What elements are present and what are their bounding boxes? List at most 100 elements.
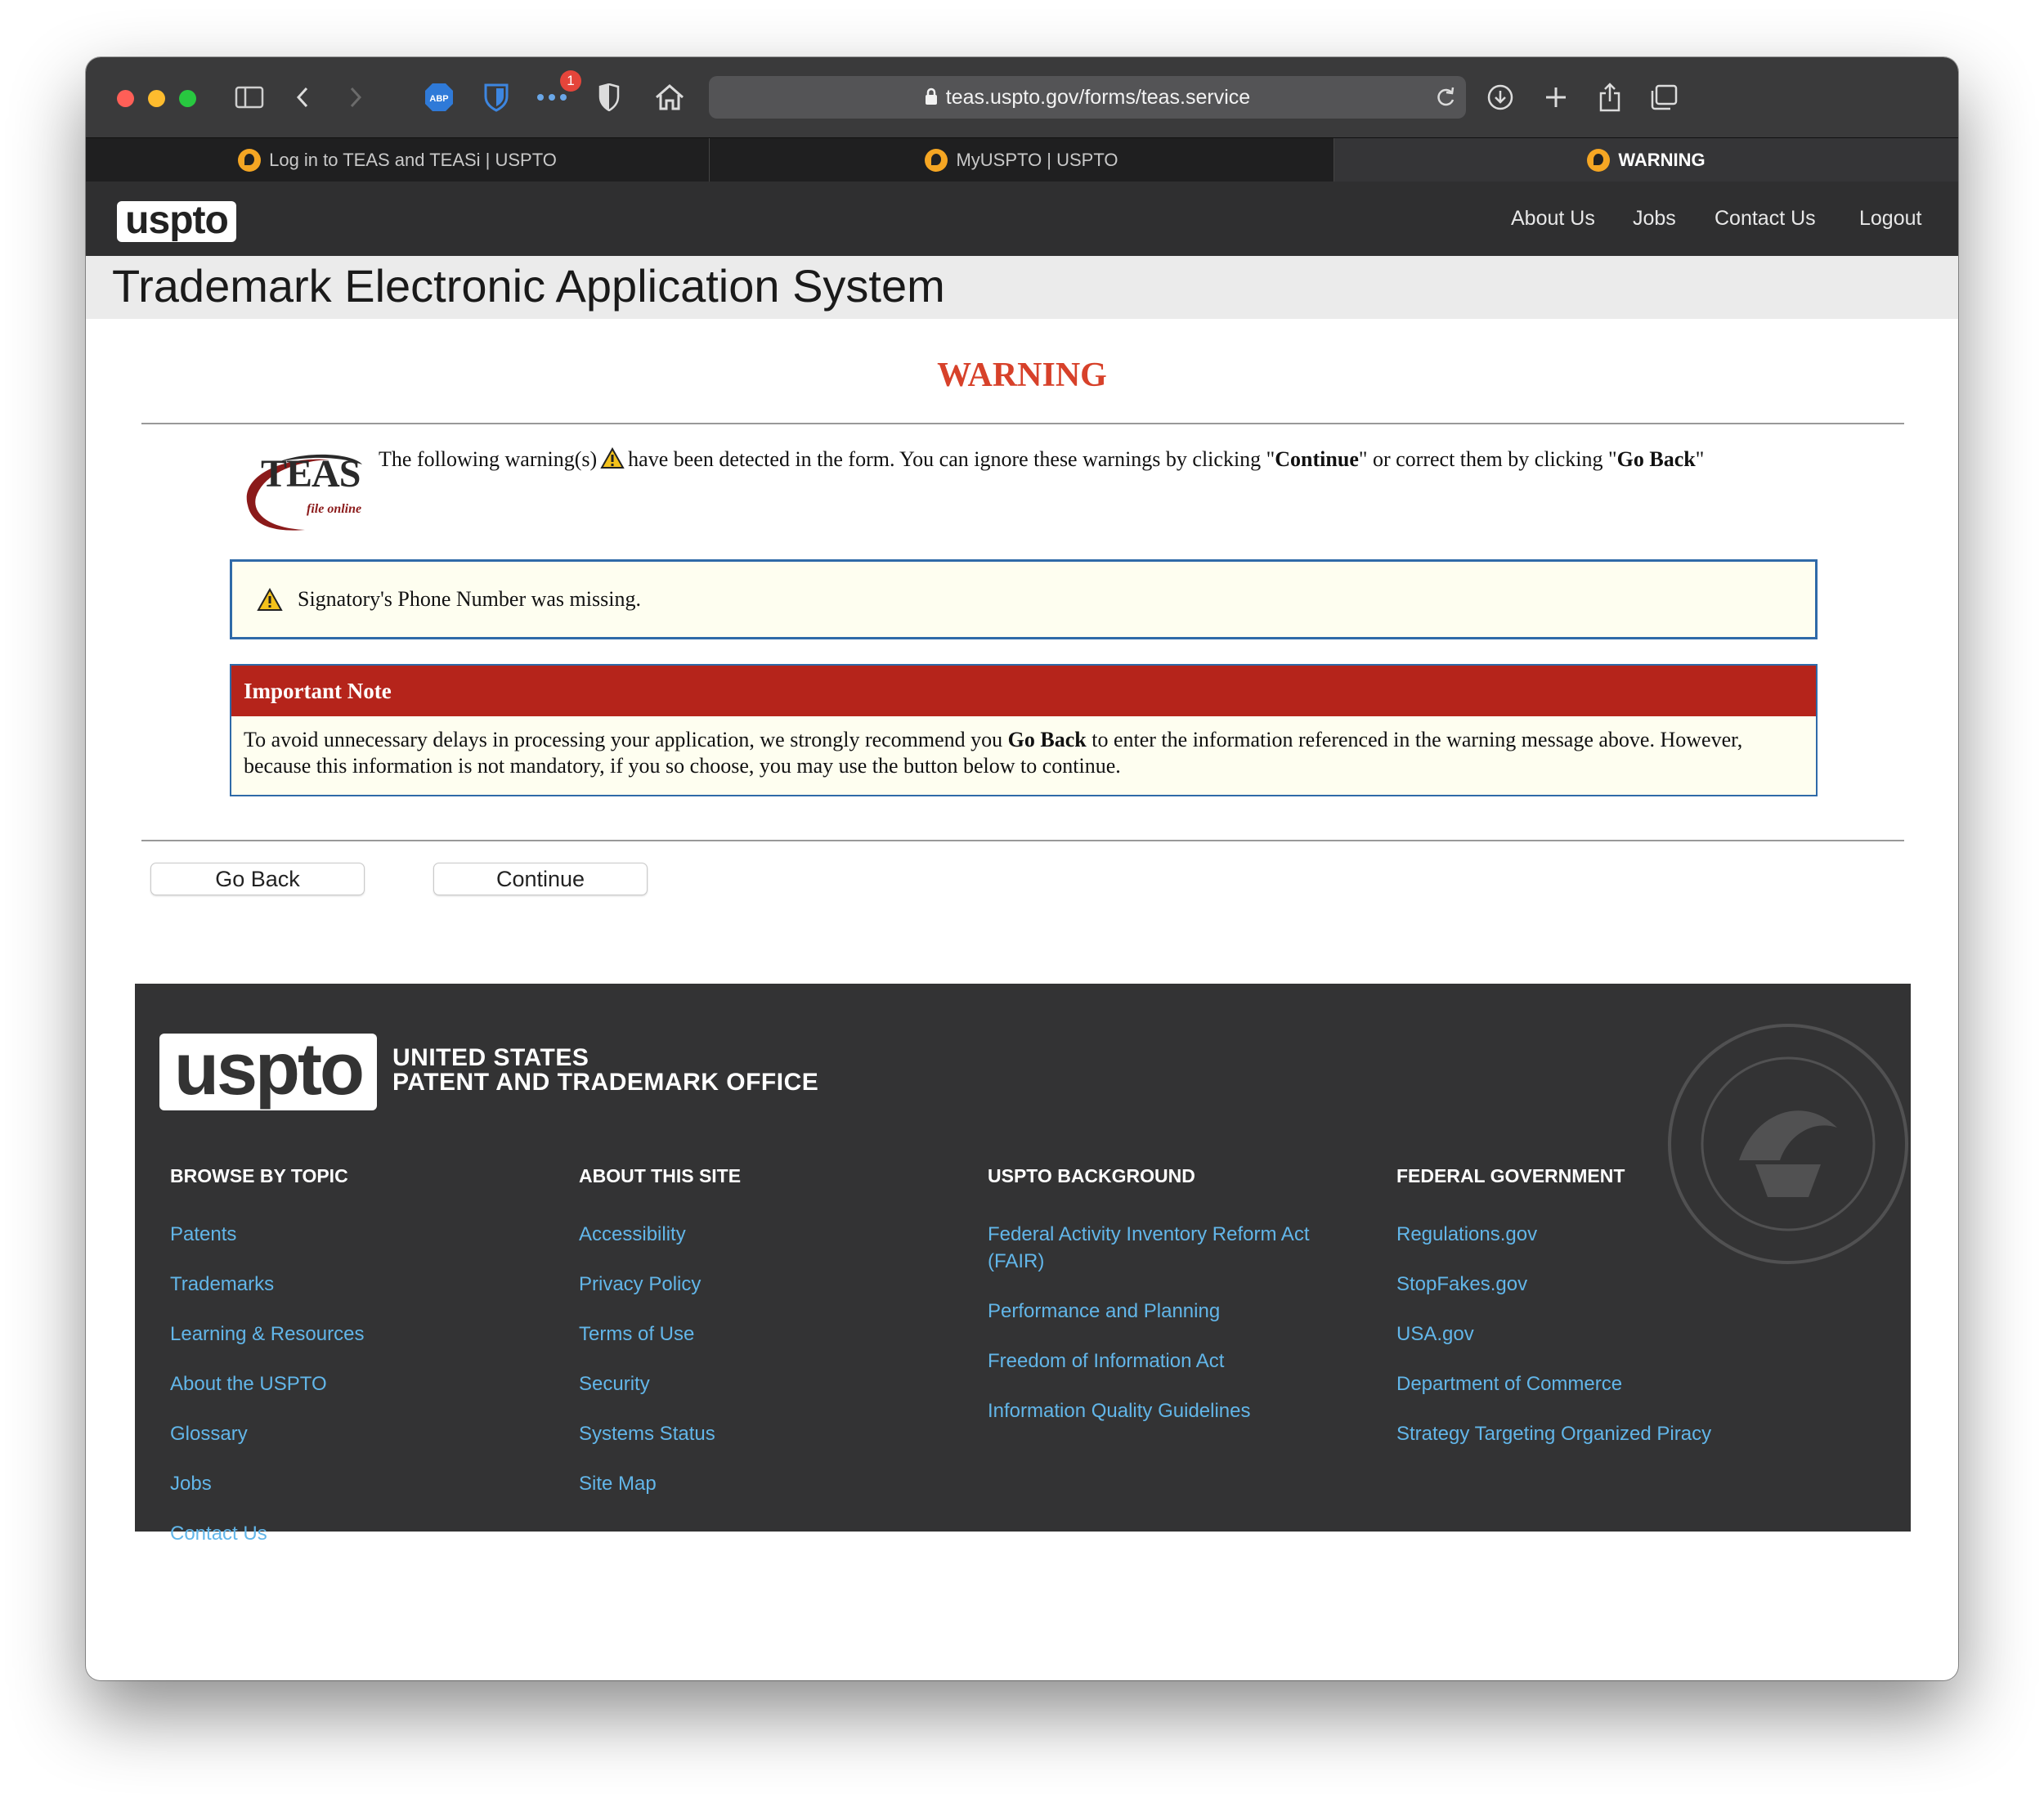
tab-label: WARNING (1618, 150, 1706, 170)
footer-column-title: ABOUT THIS SITE (579, 1165, 742, 1186)
footer-link-commerce[interactable]: Department of Commerce (1396, 1370, 1789, 1397)
important-note-body: To avoid unnecessary delays in processin… (231, 716, 1816, 779)
important-note-box: Important Note To avoid unnecessary dela… (230, 664, 1818, 796)
nav-jobs[interactable]: Jobs (1633, 182, 1676, 256)
footer-link-contact[interactable]: Contact Us (170, 1520, 530, 1547)
footer-link-accessibility[interactable]: Accessibility (579, 1221, 939, 1248)
warning-message-box: Signatory's Phone Number was missing. (230, 559, 1818, 639)
footer-column-federal: FEDERAL GOVERNMENT Regulations.gov StopF… (1396, 1165, 1789, 1447)
footer-link-regulations[interactable]: Regulations.gov (1396, 1221, 1789, 1248)
site-footer: uspto UNITED STATES PATENT AND TRADEMARK… (135, 984, 1911, 1545)
important-note-title: Important Note (231, 666, 1816, 716)
lock-icon (925, 78, 938, 120)
site-header: uspto About Us Jobs Contact Us Logout (86, 182, 1958, 256)
footer-column-title: USPTO BACKGROUND (988, 1165, 1195, 1186)
warning-heading: WARNING (937, 357, 1107, 394)
zoom-window-button[interactable] (179, 90, 196, 107)
warning-triangle-icon (600, 446, 625, 476)
agency-line-2: PATENT AND TRADEMARK OFFICE (392, 1069, 819, 1096)
teas-logo-subtext: file online (307, 502, 362, 516)
abp-label: ABP (429, 94, 448, 104)
minimize-window-button[interactable] (148, 90, 165, 107)
tab-warning[interactable]: WARNING (1334, 138, 1958, 182)
footer-link-privacy[interactable]: Privacy Policy (579, 1271, 939, 1298)
note-text-1: To avoid unnecessary delays in processin… (244, 728, 1003, 751)
note-go-back: Go Back (1007, 728, 1087, 751)
footer-uspto-logo[interactable]: uspto (159, 1033, 377, 1110)
footer-link-security[interactable]: Security (579, 1370, 939, 1397)
continue-button[interactable]: Continue (433, 863, 648, 895)
downloads-icon[interactable] (1482, 78, 1518, 116)
url-value: teas.uspto.gov/forms/teas.service (945, 86, 1251, 109)
uspto-logo[interactable]: uspto (117, 201, 236, 242)
intro-text-4: " (1695, 447, 1705, 471)
intro-continue: Continue (1275, 447, 1359, 471)
uspto-favicon-icon (238, 149, 262, 172)
address-bar[interactable]: teas.uspto.gov/forms/teas.service (709, 76, 1466, 119)
divider (141, 423, 1904, 424)
warning-triangle-icon (257, 587, 283, 616)
tab-teas-login[interactable]: Log in to TEAS and TEASi | USPTO (86, 138, 710, 182)
browser-toolbar: ABP 1 teas.uspto.gov/forms/teas.service (86, 57, 1958, 137)
sidebar-toggle-icon[interactable] (233, 78, 266, 116)
home-icon[interactable] (652, 78, 688, 116)
share-icon[interactable] (1592, 78, 1628, 116)
footer-column-background: USPTO BACKGROUND Federal Activity Invent… (988, 1165, 1339, 1424)
footer-column-browse: BROWSE BY TOPIC Patents Trademarks Learn… (170, 1165, 530, 1547)
intro-text-1: The following warning(s) (379, 447, 598, 471)
footer-link-performance[interactable]: Performance and Planning (988, 1298, 1339, 1325)
footer-link-stop[interactable]: Strategy Targeting Organized Piracy (1396, 1420, 1789, 1447)
agency-name: UNITED STATES PATENT AND TRADEMARK OFFIC… (392, 1046, 818, 1095)
nav-contact-us[interactable]: Contact Us (1715, 182, 1816, 256)
tab-myuspto[interactable]: MyUSPTO | USPTO (710, 138, 1334, 182)
divider (141, 840, 1904, 841)
adblock-extension-icon[interactable]: ABP (423, 78, 455, 116)
footer-link-usagov[interactable]: USA.gov (1396, 1321, 1789, 1348)
reload-icon[interactable] (1435, 86, 1456, 113)
footer-column-about-site: ABOUT THIS SITE Accessibility Privacy Po… (579, 1165, 939, 1497)
privacy-shield-icon[interactable] (593, 78, 625, 116)
nav-logout[interactable]: Logout (1859, 182, 1921, 256)
footer-link-about-uspto[interactable]: About the USPTO (170, 1370, 530, 1397)
footer-link-quality[interactable]: Information Quality Guidelines (988, 1397, 1339, 1424)
intro-text-3: " or correct them by clicking " (1358, 447, 1617, 471)
go-back-button[interactable]: Go Back (150, 863, 365, 895)
footer-link-stopfakes[interactable]: StopFakes.gov (1396, 1271, 1789, 1298)
footer-link-terms[interactable]: Terms of Use (579, 1321, 939, 1348)
bitwarden-shield-icon[interactable] (480, 78, 513, 116)
forward-icon[interactable] (343, 78, 368, 116)
browser-window: ABP 1 teas.uspto.gov/forms/teas.service (86, 57, 1958, 1680)
footer-link-status[interactable]: Systems Status (579, 1420, 939, 1447)
footer-link-fair[interactable]: Federal Activity Inventory Reform Act (F… (988, 1221, 1339, 1275)
warning-intro: The following warning(s) have been detect… (379, 446, 1875, 476)
uspto-favicon-icon (1587, 149, 1611, 172)
agency-line-1: UNITED STATES (392, 1044, 589, 1071)
tab-label: Log in to TEAS and TEASi | USPTO (269, 150, 557, 170)
intro-text-2: have been detected in the form. You can … (628, 447, 1275, 471)
footer-link-trademarks[interactable]: Trademarks (170, 1271, 530, 1298)
footer-link-glossary[interactable]: Glossary (170, 1420, 530, 1447)
footer-link-sitemap[interactable]: Site Map (579, 1470, 939, 1497)
app-title: Trademark Electronic Application System (112, 260, 945, 312)
intro-go-back: Go Back (1616, 447, 1696, 471)
back-icon[interactable] (290, 78, 315, 116)
warning-message: Signatory's Phone Number was missing. (298, 587, 641, 611)
footer-column-title: FEDERAL GOVERNMENT (1396, 1165, 1625, 1186)
teas-logo: TEAS file online (231, 448, 375, 536)
footer-link-jobs[interactable]: Jobs (170, 1470, 530, 1497)
url-text: teas.uspto.gov/forms/teas.service (709, 76, 1466, 119)
app-title-bar: Trademark Electronic Application System (86, 256, 1958, 319)
footer-link-patents[interactable]: Patents (170, 1221, 530, 1248)
new-tab-icon[interactable] (1538, 78, 1574, 116)
nav-about-us[interactable]: About Us (1511, 182, 1595, 256)
notification-badge: 1 (560, 70, 581, 92)
tab-overview-icon[interactable] (1646, 78, 1682, 116)
uspto-favicon-icon (925, 149, 948, 172)
close-window-button[interactable] (117, 90, 134, 107)
tab-label: MyUSPTO | USPTO (956, 150, 1118, 170)
footer-link-foia[interactable]: Freedom of Information Act (988, 1348, 1339, 1375)
footer-column-title: BROWSE BY TOPIC (170, 1165, 348, 1186)
footer-link-learning[interactable]: Learning & Resources (170, 1321, 530, 1348)
tab-bar: Log in to TEAS and TEASi | USPTO MyUSPTO… (86, 137, 1958, 182)
teas-logo-text: TEAS (261, 452, 361, 496)
